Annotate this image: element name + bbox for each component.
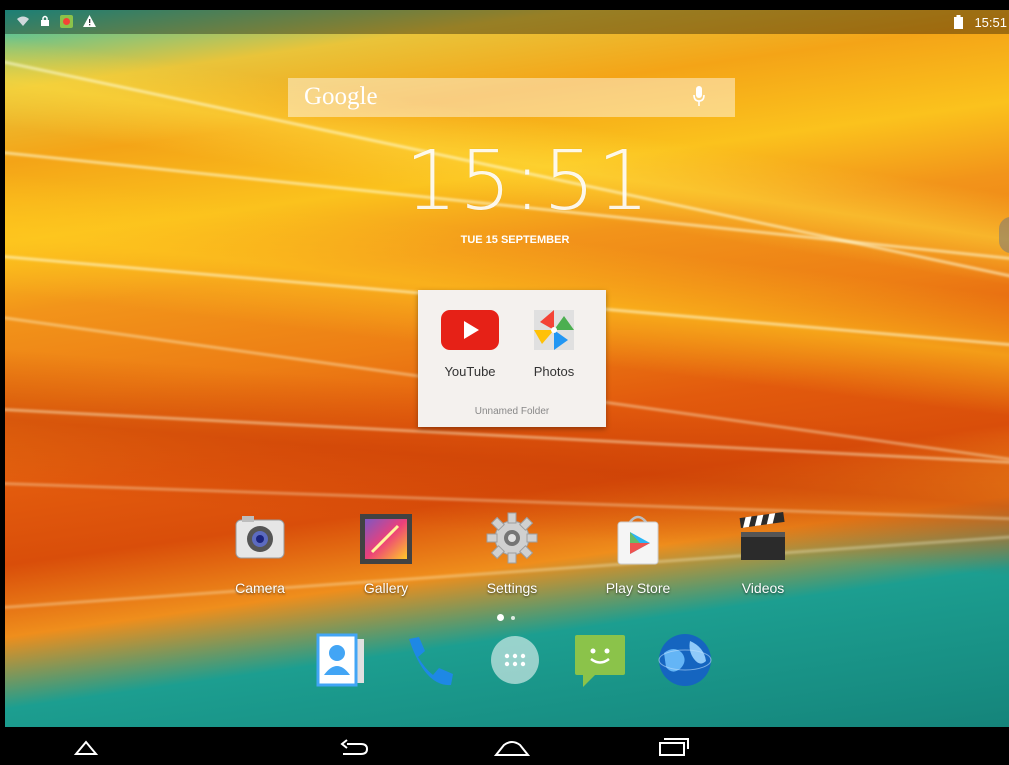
mic-icon[interactable]: [693, 86, 705, 108]
home-screen: 15:51 Google 15:51 TUE 15 SEPTEMBER YouT…: [5, 10, 1009, 765]
warning-icon: [83, 15, 96, 30]
page-dot-active[interactable]: [497, 614, 504, 622]
app-camera[interactable]: Camera: [210, 510, 310, 596]
page-dot[interactable]: [511, 615, 515, 620]
lock-icon: [40, 15, 50, 30]
home-icon[interactable]: [492, 733, 532, 759]
browser-globe-icon[interactable]: [656, 631, 714, 689]
messaging-icon[interactable]: [571, 631, 629, 689]
clapperboard-icon: [735, 510, 791, 566]
camera-icon: [232, 510, 288, 566]
wifi-icon: [17, 15, 29, 30]
app-label: Videos: [741, 580, 785, 596]
app-videos[interactable]: Videos: [713, 510, 813, 596]
app-gallery[interactable]: Gallery: [336, 510, 436, 596]
app-label: Gallery: [363, 580, 409, 596]
settings-gear-icon: [484, 510, 540, 566]
folder-app-youtube[interactable]: YouTube: [430, 302, 510, 379]
folder-name[interactable]: Unnamed Folder: [418, 406, 606, 417]
app-folder[interactable]: YouTube Photos Unnamed Folder: [418, 290, 606, 427]
home-outline-icon[interactable]: [66, 733, 106, 759]
app-play-store[interactable]: Play Store: [588, 510, 688, 596]
app-notification-icon: [60, 15, 73, 31]
clock-time: 15:51: [405, 134, 652, 229]
folder-app-photos[interactable]: Photos: [514, 302, 594, 379]
play-store-icon: [610, 510, 666, 566]
battery-icon: [954, 15, 963, 32]
app-settings[interactable]: Settings: [462, 510, 562, 596]
clock-date: TUE 15 SEPTEMBER: [460, 234, 570, 246]
folder-app-label: YouTube: [444, 364, 496, 379]
back-icon[interactable]: [333, 733, 373, 759]
gallery-icon: [358, 510, 414, 566]
navigation-bar: [5, 727, 1009, 765]
phone-icon[interactable]: [399, 631, 457, 689]
app-drawer-icon[interactable]: [486, 631, 544, 689]
contacts-icon[interactable]: [312, 631, 370, 689]
app-label: Play Store: [605, 580, 671, 596]
google-search-bar[interactable]: Google: [288, 78, 735, 117]
page-indicator: [497, 609, 522, 627]
status-time: 15:51: [974, 15, 1007, 30]
google-logo: Google: [304, 83, 378, 110]
app-label: Camera: [235, 580, 285, 596]
folder-app-label: Photos: [533, 364, 575, 379]
youtube-icon: [441, 310, 499, 350]
photos-icon: [526, 302, 582, 358]
clock-widget[interactable]: 15:51: [405, 134, 649, 229]
app-label: Settings: [486, 580, 538, 596]
recent-apps-icon[interactable]: [652, 733, 692, 759]
edge-handle[interactable]: [999, 217, 1009, 253]
status-bar[interactable]: 15:51: [5, 10, 1009, 34]
